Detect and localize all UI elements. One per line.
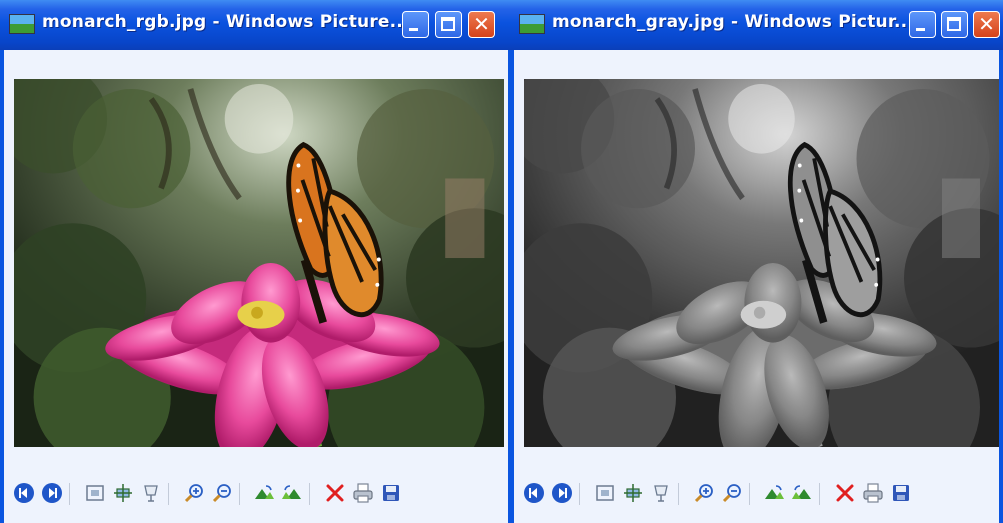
slide-show-icon — [654, 485, 668, 502]
toolbar-separator — [239, 483, 240, 505]
next-image-button[interactable] — [550, 481, 574, 505]
actual-size-icon — [114, 484, 132, 502]
zoom-in-icon — [694, 484, 713, 503]
viewer-toolbar — [522, 481, 999, 511]
photo-monarch-butterfly-color — [14, 79, 504, 447]
best-fit-icon — [596, 485, 614, 501]
close-icon: ✕ — [473, 12, 490, 36]
rotate-counterclockwise-button[interactable] — [790, 481, 814, 505]
title-bar[interactable]: monarch_gray.jpg - Windows Pictur... ✕ — [510, 0, 1003, 50]
rotate-counterclockwise-button[interactable] — [280, 481, 304, 505]
maximize-button[interactable] — [941, 11, 968, 38]
delete-icon — [836, 484, 854, 502]
minimize-icon — [916, 28, 925, 31]
minimize-button[interactable] — [909, 11, 936, 38]
close-icon: ✕ — [978, 12, 995, 36]
viewer-toolbar — [12, 481, 508, 511]
zoom-in-button[interactable] — [182, 481, 206, 505]
next-image-button[interactable] — [40, 481, 64, 505]
actual-size-icon — [624, 484, 642, 502]
actual-size-button[interactable] — [111, 481, 135, 505]
rotate-clockwise-icon — [765, 485, 784, 499]
title-bar[interactable]: monarch_rgb.jpg - Windows Picture... ✕ — [0, 0, 512, 50]
toolbar-separator — [819, 483, 820, 505]
picture-viewer-window-rgb: monarch_rgb.jpg - Windows Picture... ✕ — [0, 0, 512, 523]
save-button[interactable] — [379, 481, 403, 505]
next-image-icon — [42, 483, 62, 503]
photo-monarch-butterfly-grayscale — [524, 79, 999, 447]
rotate-clockwise-button[interactable] — [762, 481, 786, 505]
viewer-client-area — [4, 50, 508, 523]
picture-viewer-icon — [9, 14, 35, 34]
print-button[interactable] — [351, 481, 375, 505]
toolbar-separator — [749, 483, 750, 505]
zoom-in-icon — [184, 484, 203, 503]
toolbar-separator — [579, 483, 580, 505]
toolbar-separator — [69, 483, 70, 505]
toolbar-separator — [309, 483, 310, 505]
save-icon — [383, 485, 399, 501]
toolbar-separator — [678, 483, 679, 505]
viewer-client-area — [514, 50, 999, 523]
zoom-out-icon — [212, 484, 231, 503]
slide-show-button[interactable] — [139, 481, 163, 505]
rotate-clockwise-icon — [255, 485, 274, 499]
save-button[interactable] — [889, 481, 913, 505]
zoom-out-button[interactable] — [720, 481, 744, 505]
picture-viewer-icon — [519, 14, 545, 34]
delete-icon — [326, 484, 344, 502]
print-icon — [353, 483, 373, 503]
zoom-out-button[interactable] — [210, 481, 234, 505]
delete-button[interactable] — [833, 481, 857, 505]
picture-viewer-window-gray: monarch_gray.jpg - Windows Pictur... ✕ — [510, 0, 1003, 523]
close-button[interactable]: ✕ — [973, 11, 1000, 38]
rotate-counterclockwise-icon — [282, 485, 301, 499]
slide-show-icon — [144, 485, 158, 502]
close-button[interactable]: ✕ — [468, 11, 495, 38]
best-fit-button[interactable] — [593, 481, 617, 505]
minimize-icon — [409, 28, 418, 31]
best-fit-button[interactable] — [83, 481, 107, 505]
rotate-clockwise-button[interactable] — [252, 481, 276, 505]
delete-button[interactable] — [323, 481, 347, 505]
save-icon — [893, 485, 909, 501]
window-title: monarch_rgb.jpg - Windows Picture... — [42, 12, 410, 32]
maximize-button[interactable] — [435, 11, 462, 38]
toolbar-separator — [168, 483, 169, 505]
zoom-in-button[interactable] — [692, 481, 716, 505]
print-button[interactable] — [861, 481, 885, 505]
print-icon — [863, 483, 883, 503]
best-fit-icon — [86, 485, 104, 501]
previous-image-icon — [14, 483, 34, 503]
previous-image-button[interactable] — [522, 481, 546, 505]
previous-image-icon — [524, 483, 544, 503]
rotate-counterclockwise-icon — [792, 485, 811, 499]
slide-show-button[interactable] — [649, 481, 673, 505]
next-image-icon — [552, 483, 572, 503]
maximize-icon — [947, 17, 961, 31]
actual-size-button[interactable] — [621, 481, 645, 505]
maximize-icon — [441, 17, 455, 31]
window-title: monarch_gray.jpg - Windows Pictur... — [552, 12, 914, 32]
minimize-button[interactable] — [402, 11, 429, 38]
previous-image-button[interactable] — [12, 481, 36, 505]
zoom-out-icon — [722, 484, 741, 503]
